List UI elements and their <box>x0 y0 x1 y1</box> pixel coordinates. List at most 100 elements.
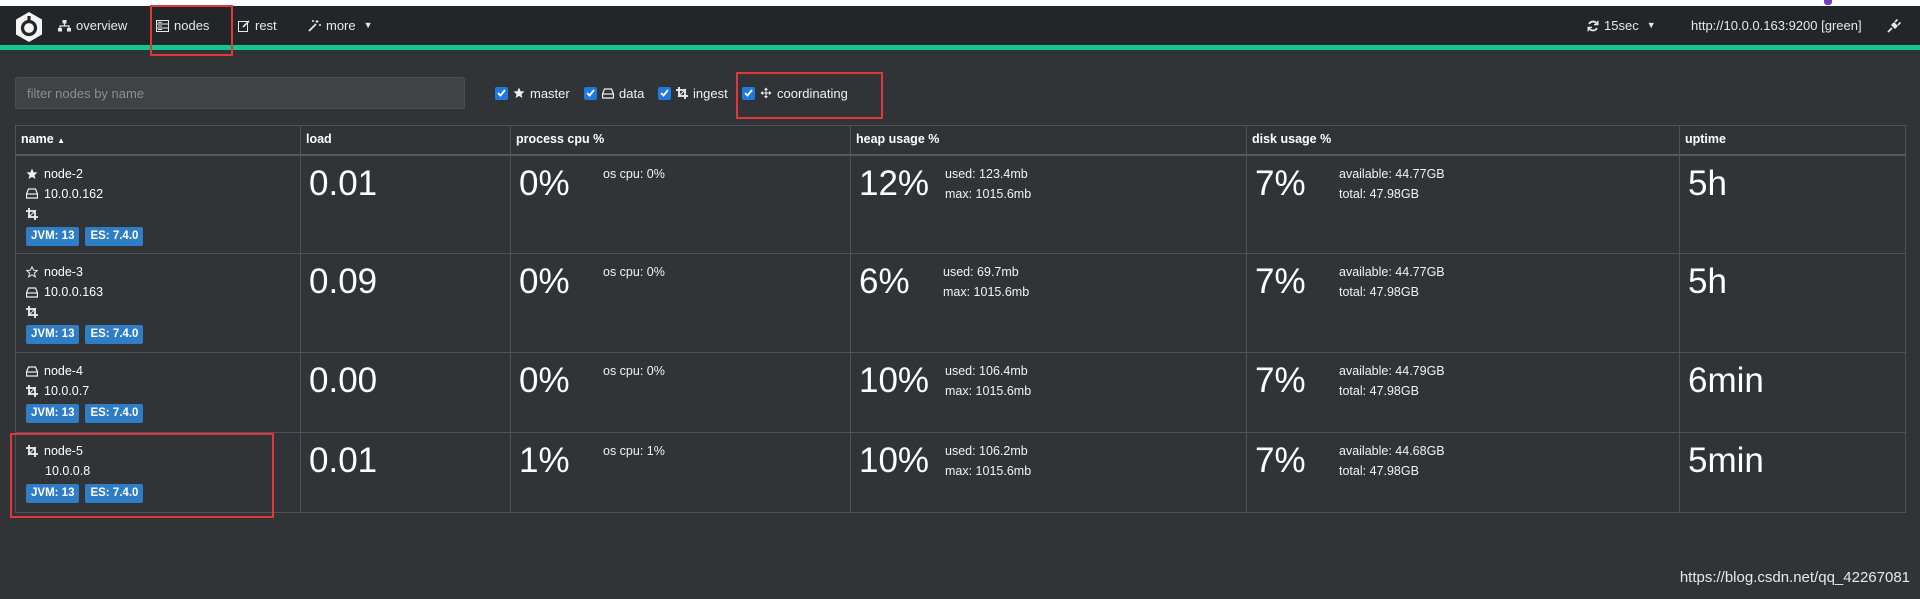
node-name[interactable]: node-2 <box>44 167 83 181</box>
header-uptime[interactable]: uptime <box>1679 125 1906 155</box>
heap-max: max: 1015.6mb <box>943 285 1030 299</box>
heap-used: used: 69.7mb <box>943 265 1019 279</box>
checkbox-checked-icon[interactable] <box>584 86 597 100</box>
node-ip: 10.0.0.7 <box>44 384 90 398</box>
disk-available: available: 44.68GB <box>1339 444 1445 458</box>
refresh-icon <box>1587 20 1599 31</box>
star-filled-icon <box>26 168 38 179</box>
role-filter-ingest[interactable]: ingest <box>658 84 728 102</box>
node-load: 0.01 <box>309 441 378 480</box>
node-ip: 10.0.0.162 <box>44 186 104 201</box>
purple-marker <box>1824 0 1832 5</box>
role-coordinating-label: coordinating <box>777 85 848 101</box>
nav-more[interactable]: more ▼ <box>308 6 373 45</box>
cerebro-logo-icon[interactable] <box>14 11 44 43</box>
nav-nodes[interactable]: nodes <box>156 6 209 45</box>
node-name-cell: node-4 10.0.0.7 JVM: 13 ES: 7.4.0 <box>26 361 144 423</box>
nav-rest[interactable]: rest <box>238 6 277 45</box>
header-name[interactable]: name ▲ <box>15 125 301 155</box>
disk-available: available: 44.79GB <box>1339 364 1445 378</box>
jvm-badge: JVM: 13 <box>26 226 80 246</box>
hdd-icon <box>602 87 614 99</box>
node-heap: 10% <box>859 441 930 480</box>
header-disk[interactable]: disk usage % <box>1246 125 1680 155</box>
filter-nodes-input[interactable] <box>15 77 465 109</box>
table-header-row: name ▲ load process cpu % heap usage % d… <box>15 125 1906 155</box>
disk-total: total: 47.98GB <box>1339 285 1419 299</box>
plug-icon <box>1887 18 1901 33</box>
star-filled-icon <box>513 87 525 98</box>
node-uptime: 5min <box>1688 441 1764 480</box>
nav-more-label: more <box>326 18 356 33</box>
hdd-icon <box>26 286 38 298</box>
header-disk-label: disk usage % <box>1252 132 1332 146</box>
checkbox-checked-icon[interactable] <box>742 86 755 100</box>
node-disk: 7% <box>1255 163 1306 203</box>
nav-overview-label: overview <box>76 18 128 33</box>
chevron-down-icon: ▼ <box>1646 20 1656 30</box>
role-data-label: data <box>619 85 645 101</box>
role-ingest-label: ingest <box>693 85 728 101</box>
node-load: 0.01 <box>309 163 378 203</box>
disk-total: total: 47.98GB <box>1339 464 1419 478</box>
node-uptime: 5h <box>1688 163 1727 203</box>
refresh-interval-dropdown[interactable]: 15sec ▼ <box>1587 6 1656 45</box>
server-icon <box>156 19 169 32</box>
disconnect-button[interactable] <box>1887 6 1901 45</box>
heap-used: used: 106.4mb <box>945 364 1028 378</box>
node-uptime: 5h <box>1688 262 1727 301</box>
node-load: 0.09 <box>309 262 378 301</box>
table-row: node-4 10.0.0.7 JVM: 13 ES: 7.4.0 0.00 0%… <box>15 352 1906 433</box>
table-row: node-5 10.0.0.8 JVM: 13 ES: 7.4.0 0.01 1%… <box>15 432 1906 513</box>
nodes-table: name ▲ load process cpu % heap usage % d… <box>15 125 1906 513</box>
navbar: overview nodes rest more ▼ 15sec ▼ http:… <box>0 6 1920 50</box>
os-cpu: os cpu: 0% <box>603 265 665 279</box>
chevron-down-icon: ▼ <box>363 20 373 30</box>
node-cpu: 0% <box>519 262 570 301</box>
node-cpu: 0% <box>519 163 570 203</box>
es-version-badge: ES: 7.4.0 <box>85 484 144 503</box>
disk-available: available: 44.77GB <box>1339 265 1445 279</box>
header-load[interactable]: load <box>300 125 511 155</box>
node-cpu: 0% <box>519 361 570 400</box>
header-heap-label: heap usage % <box>856 132 940 146</box>
checkbox-checked-icon[interactable] <box>658 86 671 100</box>
es-version-badge: ES: 7.4.0 <box>85 226 144 246</box>
header-name-label: name <box>21 132 54 146</box>
node-disk: 7% <box>1255 441 1306 480</box>
role-master-label: master <box>530 85 570 101</box>
hdd-icon <box>26 188 38 199</box>
magic-wand-icon <box>308 19 321 32</box>
nav-overview[interactable]: overview <box>58 6 127 45</box>
header-cpu[interactable]: process cpu % <box>510 125 851 155</box>
header-cpu-label: process cpu % <box>516 132 605 146</box>
cluster-url[interactable]: http://10.0.0.163:9200 [green] <box>1691 6 1862 45</box>
role-filter-master[interactable]: master <box>495 84 570 102</box>
node-name[interactable]: node-4 <box>44 364 83 378</box>
refresh-interval-value: 15sec <box>1604 18 1639 33</box>
checkbox-checked-icon[interactable] <box>495 86 508 100</box>
node-name-cell: node-3 10.0.0.163 JVM: 13 ES: 7.4.0 <box>26 262 144 344</box>
disk-total: total: 47.98GB <box>1339 186 1419 201</box>
crop-icon <box>26 306 38 318</box>
crop-icon <box>26 385 38 397</box>
role-filter-coordinating[interactable]: coordinating <box>742 84 848 102</box>
crop-icon <box>26 445 38 457</box>
node-ip: 10.0.0.8 <box>45 464 91 478</box>
node-heap: 6% <box>859 262 910 301</box>
heap-used: used: 106.2mb <box>945 444 1028 458</box>
nav-nodes-label: nodes <box>174 18 210 33</box>
node-name-cell: node-5 10.0.0.8 JVM: 13 ES: 7.4.0 <box>26 441 144 503</box>
disk-total: total: 47.98GB <box>1339 384 1419 398</box>
node-cpu: 1% <box>519 441 570 480</box>
role-filter-data[interactable]: data <box>584 84 644 102</box>
node-name[interactable]: node-5 <box>44 444 83 458</box>
node-heap: 12% <box>859 163 930 203</box>
header-heap[interactable]: heap usage % <box>850 125 1247 155</box>
hdd-icon <box>26 365 38 377</box>
node-name[interactable]: node-3 <box>44 265 83 279</box>
header-load-label: load <box>306 132 332 146</box>
watermark: https://blog.csdn.net/qq_42267081 <box>1679 569 1910 586</box>
header-uptime-label: uptime <box>1685 132 1726 146</box>
heap-max: max: 1015.6mb <box>945 384 1032 398</box>
